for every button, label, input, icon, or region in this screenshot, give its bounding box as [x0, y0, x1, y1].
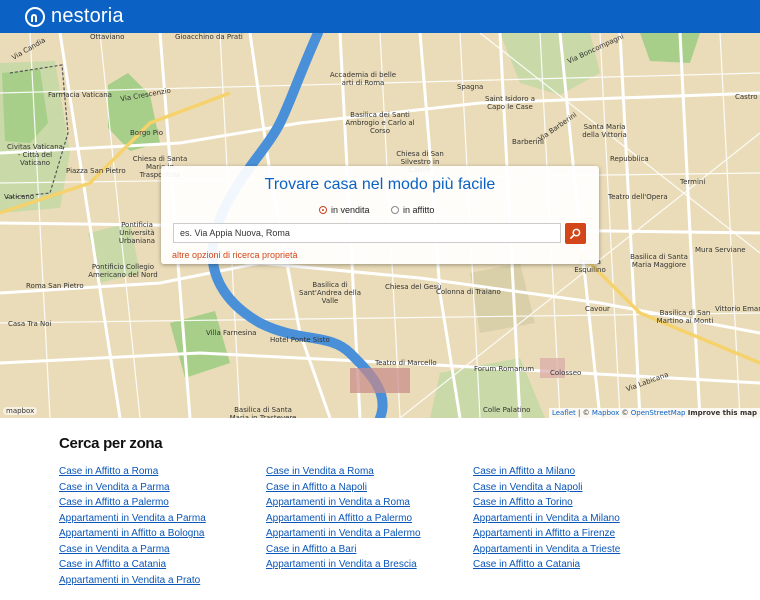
- map-label: Basilica dei Santi Ambrogio e Carlo al C…: [345, 111, 415, 135]
- map-label: Chiesa del Gesù: [385, 283, 442, 291]
- leaflet-link[interactable]: Leaflet: [552, 409, 576, 417]
- radio-in-affitto[interactable]: in affitto: [391, 205, 434, 215]
- park-area: [640, 33, 700, 63]
- zone-column-2: Case in Vendita a Roma Case in Affitto a…: [266, 464, 421, 573]
- more-search-options-link[interactable]: altre opzioni di ricerca proprietà: [172, 250, 298, 260]
- map-label: Vaticano: [4, 193, 35, 201]
- map-label: Hotel Ponte Sisto: [270, 336, 330, 344]
- map-label: Colosseo: [550, 369, 582, 377]
- search-title: Trovare casa nel modo più facile: [264, 176, 496, 193]
- improve-map-link[interactable]: Improve this map: [688, 409, 757, 417]
- map-label: Roma San Pietro: [26, 282, 84, 290]
- map-label: Repubblica: [610, 155, 649, 163]
- search-panel: Trovare casa nel modo più facile in vend…: [161, 166, 599, 264]
- radio-in-vendita[interactable]: in vendita: [319, 205, 370, 215]
- zone-link[interactable]: Case in Vendita a Napoli: [473, 480, 620, 496]
- radio-label: in affitto: [403, 205, 435, 215]
- map-label: Santa Maria della Vittoria: [582, 123, 627, 139]
- search-button[interactable]: [565, 223, 586, 244]
- radio-unselected-icon[interactable]: [391, 206, 399, 214]
- map-label: Basilica di Sant'Andrea della Valle: [299, 281, 361, 305]
- map-label: Farmacia Vaticana: [48, 91, 112, 99]
- search-icon: [570, 228, 581, 239]
- zone-link[interactable]: Appartamenti in Vendita a Palermo: [266, 526, 421, 542]
- listing-type-options: in vendita in affitto: [161, 205, 599, 217]
- zone-link[interactable]: Case in Affitto a Catania: [473, 557, 620, 573]
- park-area: [500, 33, 600, 95]
- zone-link[interactable]: Case in Affitto a Catania: [59, 557, 206, 573]
- forum-area: [470, 263, 535, 333]
- map-label: Basilica di Santa Maria Maggiore: [630, 253, 688, 269]
- nestoria-logo[interactable]: nestoria: [25, 5, 124, 28]
- zone-link[interactable]: Appartamenti in Affitto a Bologna: [59, 526, 206, 542]
- zone-link[interactable]: Case in Affitto a Milano: [473, 464, 620, 480]
- map-label: Villa Farnesina: [206, 329, 257, 337]
- zone-link[interactable]: Case in Affitto a Palermo: [59, 495, 206, 511]
- zone-link[interactable]: Appartamenti in Vendita a Trieste: [473, 542, 620, 558]
- zone-link[interactable]: Appartamenti in Affitto a Firenze: [473, 526, 620, 542]
- map-label: Ottaviano: [90, 33, 125, 41]
- map-label: Colle Palatino: [483, 406, 531, 414]
- map-label: Castro P: [735, 93, 760, 101]
- map-label: Pontificia Università Urbaniana: [118, 221, 156, 245]
- brand-name: nestoria: [51, 5, 124, 27]
- map-label: Gioacchino da Prati: [175, 33, 243, 41]
- map-label: Basilica di Santa Maria in Trastevere: [229, 406, 297, 418]
- osm-link[interactable]: OpenStreetMap: [631, 409, 686, 417]
- map-label: Teatro dell'Opera: [608, 193, 668, 201]
- mapbox-logo[interactable]: mapbox: [3, 407, 38, 415]
- zone-link[interactable]: Appartamenti in Vendita a Parma: [59, 511, 206, 527]
- map-label: Teatro di Marcello: [375, 359, 437, 367]
- attrib-sep: ©: [619, 409, 631, 417]
- map-label: Vittorio Eman: [715, 305, 760, 313]
- zone-link[interactable]: Appartamenti in Affitto a Palermo: [266, 511, 421, 527]
- zone-link[interactable]: Case in Vendita a Roma: [266, 464, 421, 480]
- map-label: Mura Serviane: [695, 246, 746, 254]
- map-label: Casa Tra Noi: [8, 320, 52, 328]
- zone-link[interactable]: Appartamenti in Vendita a Brescia: [266, 557, 421, 573]
- zone-link[interactable]: Case in Vendita a Parma: [59, 480, 206, 496]
- top-bar: nestoria: [0, 0, 760, 33]
- map-label: Basilica di San Martino ai Monti: [656, 309, 714, 325]
- zone-column-3: Case in Affitto a Milano Case in Vendita…: [473, 464, 620, 573]
- zone-link[interactable]: Case in Affitto a Bari: [266, 542, 421, 558]
- zone-link[interactable]: Appartamenti in Vendita a Prato: [59, 573, 206, 589]
- nestoria-logo-icon: [25, 6, 45, 27]
- zone-column-1: Case in Affitto a Roma Case in Vendita a…: [59, 464, 206, 588]
- zone-link[interactable]: Case in Affitto a Roma: [59, 464, 206, 480]
- map-label: Cavour: [585, 305, 610, 313]
- map-label: Pontificio Collegio Americano del Nord: [88, 263, 158, 279]
- map-label: Piazza San Pietro: [66, 167, 126, 175]
- map-label: Forum Romanum: [474, 365, 535, 373]
- map-label: Borgo Pio: [130, 129, 164, 137]
- map-attribution: Leaflet | © Mapbox © OpenStreetMap Impro…: [548, 408, 760, 418]
- map-label: Accademia di belle arti di Roma: [329, 71, 397, 87]
- attrib-sep: | ©: [575, 409, 592, 417]
- map-label: Spagna: [457, 83, 484, 91]
- radio-label: in vendita: [331, 205, 370, 215]
- zone-link[interactable]: Case in Affitto a Torino: [473, 495, 620, 511]
- location-search-input[interactable]: [173, 223, 561, 243]
- map-label: Saint Isidoro a Capo le Case: [485, 95, 535, 111]
- radio-selected-icon[interactable]: [319, 206, 327, 214]
- map-label: Colonna di Traiano: [436, 288, 501, 296]
- map-label: Civitas Vaticana - Città del Vaticano: [7, 143, 63, 167]
- zone-link[interactable]: Appartamenti in Vendita a Milano: [473, 511, 620, 527]
- mapbox-link[interactable]: Mapbox: [592, 409, 619, 417]
- zone-link[interactable]: Case in Vendita a Parma: [59, 542, 206, 558]
- zone-link[interactable]: Case in Affitto a Napoli: [266, 480, 421, 496]
- zone-link[interactable]: Appartamenti in Vendita a Roma: [266, 495, 421, 511]
- section-title: Cerca per zona: [59, 435, 163, 452]
- map-label: Termini: [680, 178, 706, 186]
